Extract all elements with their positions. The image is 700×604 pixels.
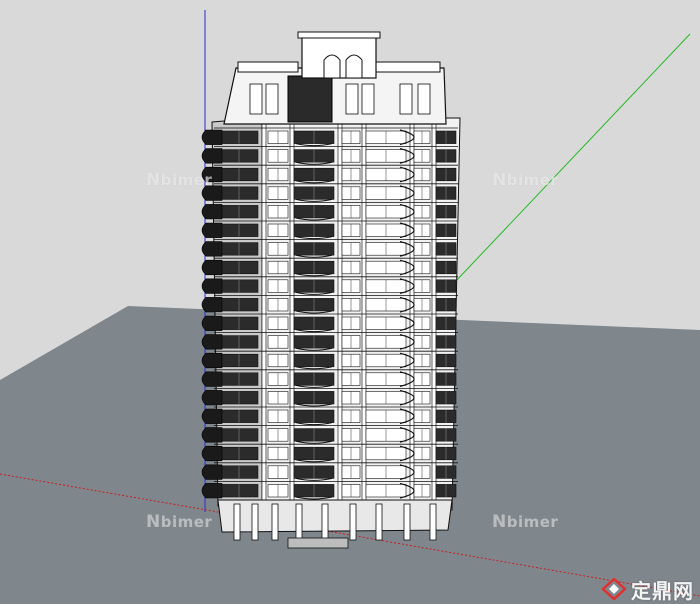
pavilion-arch-window <box>323 54 341 79</box>
watermark-top-right: Nbimer <box>492 170 559 190</box>
brand-watermark: 定鼎网 <box>602 576 694 603</box>
brand-name: 定鼎网 <box>631 578 694 603</box>
balcony-left-9 <box>201 297 223 313</box>
tower-model[interactable] <box>201 31 461 549</box>
balcony-left-19 <box>201 483 223 499</box>
roof-cornice-right <box>373 61 441 73</box>
watermark-bottom-right: Nbimer <box>492 512 559 532</box>
balcony-left-13 <box>201 371 223 387</box>
roof-window-4 <box>399 83 413 115</box>
base-column-6 <box>375 503 383 541</box>
balcony-left-11 <box>201 334 223 350</box>
balcony-left-8 <box>201 278 223 294</box>
roof-window-3 <box>361 83 375 115</box>
pavilion-arch-window-2 <box>345 54 363 79</box>
watermark-bottom-left: Nbimer <box>146 512 213 532</box>
balcony-left-14 <box>201 390 223 406</box>
roof-terrace <box>287 75 333 123</box>
roof-window-1 <box>265 83 279 115</box>
balcony-left-5 <box>201 222 223 238</box>
base-column-4 <box>321 503 329 541</box>
diamond-logo-icon <box>602 578 626 600</box>
tower-pier-0 <box>261 117 267 513</box>
base-column-3 <box>295 503 303 541</box>
balcony-left-6 <box>201 241 223 257</box>
balcony-left-4 <box>201 204 223 220</box>
base-column-1 <box>251 503 259 541</box>
scene-canvas[interactable] <box>0 0 700 604</box>
watermark-top-left: Nbimer <box>146 170 213 190</box>
model-viewport[interactable]: Nbimer Nbimer Nbimer Nbimer 定鼎网 <box>0 0 700 604</box>
balcony-left-10 <box>201 315 223 331</box>
balcony-left-0 <box>201 129 223 145</box>
balcony-left-17 <box>201 445 223 462</box>
roof-window-5 <box>417 83 431 115</box>
balcony-left-18 <box>201 464 223 480</box>
base-column-7 <box>403 503 411 541</box>
tower-pier-5 <box>431 117 437 513</box>
tower-pier-3 <box>361 117 367 513</box>
base-column-2 <box>271 503 279 541</box>
green-axis-line <box>454 33 691 283</box>
base-column-0 <box>233 503 241 541</box>
balcony-left-7 <box>201 259 223 276</box>
balcony-left-12 <box>201 352 223 369</box>
balcony-left-16 <box>201 427 223 443</box>
tower-pier-1 <box>289 117 295 513</box>
entrance-steps <box>287 537 349 549</box>
base-column-8 <box>429 503 437 541</box>
roof-window-0 <box>249 83 263 115</box>
balcony-left-1 <box>201 148 223 164</box>
roof-window-2 <box>345 83 359 115</box>
tower-pier-2 <box>337 117 343 513</box>
roof-cornice-left <box>237 61 299 73</box>
balcony-left-15 <box>201 408 223 424</box>
pavilion-cornice <box>297 31 381 39</box>
base-column-5 <box>349 503 357 541</box>
